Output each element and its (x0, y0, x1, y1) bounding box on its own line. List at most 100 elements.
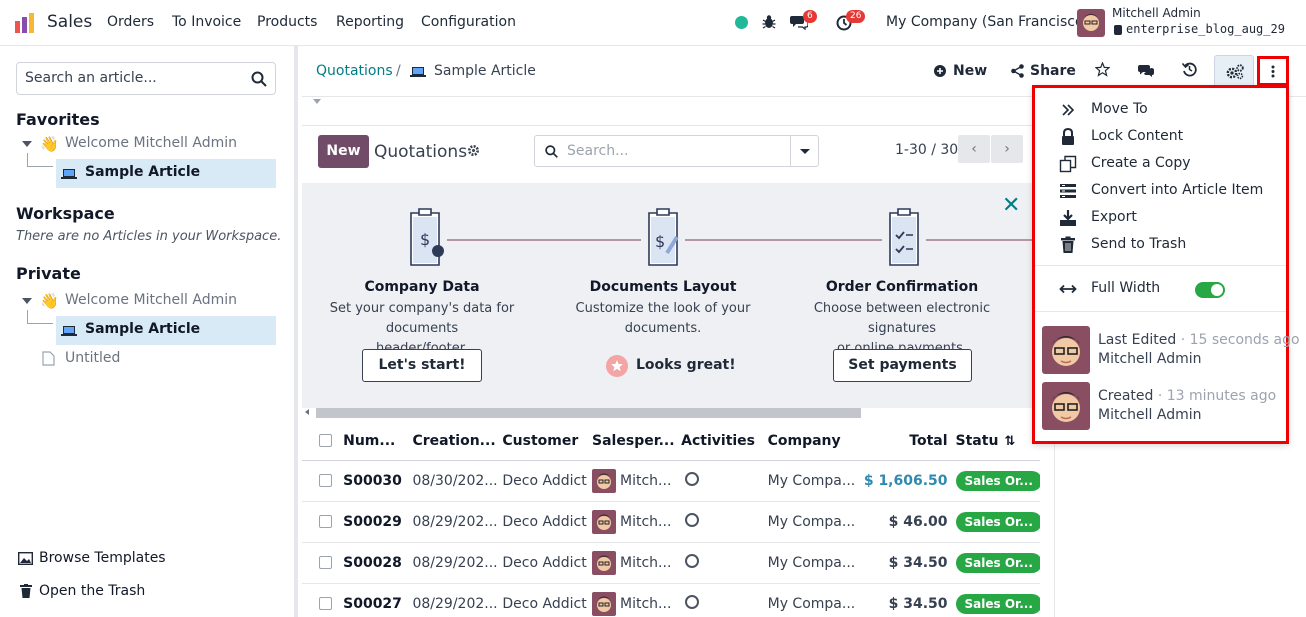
menu-configuration[interactable]: Configuration (421, 14, 516, 30)
pager-previous-button[interactable]: ‹ (958, 135, 990, 163)
order-salesperson: Mitch... (620, 472, 672, 489)
properties-toggle-button[interactable] (1214, 55, 1254, 88)
private-child-article[interactable]: Sample Article (85, 321, 200, 337)
step-description: Customize the look of your documents. (575, 301, 751, 336)
table-row[interactable]: S00028 08/29/202... Deco Addict Mitch...… (302, 542, 1040, 584)
row-checkbox[interactable] (319, 556, 332, 569)
quotation-search-input[interactable]: Search... (534, 135, 819, 167)
favorite-parent-article[interactable]: Welcome Mitchell Admin (65, 135, 237, 151)
favorite-child-article[interactable]: Sample Article (85, 164, 200, 180)
pager-value[interactable]: 1-30 / 30 (895, 142, 958, 158)
onboarding-step-documents-layout: Documents Layout Customize the look of y… (543, 279, 783, 339)
private-parent-article[interactable]: Welcome Mitchell Admin (65, 292, 237, 308)
onboarding-panel: $ $ ✕ Company Data Set your company's da… (302, 183, 1040, 408)
onboarding-step-company-data: Company Data Set your company's data for… (302, 279, 542, 359)
list-convert-icon (1060, 184, 1076, 198)
full-width-toggle[interactable] (1195, 282, 1225, 298)
menu-products[interactable]: Products (257, 14, 317, 30)
created-label: Created (1098, 388, 1154, 404)
order-total: $ 34.50 (863, 542, 956, 584)
embedded-view-title: Quotations (374, 142, 468, 162)
last-edited-time: 15 seconds ago (1189, 332, 1300, 348)
column-customer[interactable]: Customer (502, 422, 593, 461)
user-avatar[interactable] (1077, 9, 1105, 37)
activity-clock-icon[interactable] (685, 553, 700, 568)
scroll-left-arrow-icon[interactable] (305, 409, 309, 415)
pager-next-button[interactable]: › (991, 135, 1023, 163)
user-name[interactable]: Mitchell Admin (1112, 6, 1201, 20)
last-edited-label: Last Edited (1098, 332, 1177, 348)
gear-icon[interactable] (467, 144, 480, 157)
activity-clock-icon[interactable] (685, 512, 700, 527)
private-title: Private (16, 264, 81, 283)
activity-clock-icon[interactable] (685, 594, 700, 609)
order-company: My Compa... (767, 583, 864, 617)
column-settings-icon[interactable]: ⇅ (1004, 434, 1015, 449)
trash-icon (20, 584, 32, 598)
browse-templates-link[interactable]: Browse Templates (39, 550, 166, 566)
column-number[interactable]: Num... (343, 422, 413, 461)
history-icon[interactable] (1182, 62, 1197, 77)
menu-orders[interactable]: Orders (107, 14, 154, 30)
order-date: 08/29/202... (412, 583, 503, 617)
open-trash-link[interactable]: Open the Trash (39, 583, 145, 599)
menu-reporting[interactable]: Reporting (336, 14, 404, 30)
quotations-table: Num... Creation... Customer Salesper... … (302, 422, 1040, 617)
step-title: Company Data (364, 279, 480, 295)
knowledge-sidebar: Search an article... Favorites 👋 Welcome… (0, 46, 298, 617)
caret-down-icon[interactable] (22, 141, 32, 147)
close-onboarding-icon[interactable]: ✕ (1002, 193, 1020, 218)
table-row[interactable]: S00030 08/30/202... Deco Addict Mitch...… (302, 460, 1040, 502)
column-activities[interactable]: Activities (681, 422, 768, 461)
row-checkbox[interactable] (319, 515, 332, 528)
article-search-input[interactable]: Search an article... (16, 62, 276, 95)
invoice-dollar-icon: $ (403, 207, 447, 271)
creator-avatar (1042, 382, 1090, 430)
row-checkbox[interactable] (319, 597, 332, 610)
select-all-checkbox[interactable] (319, 434, 332, 448)
order-checklist-icon (882, 207, 926, 271)
order-number: S00027 (343, 583, 413, 617)
row-checkbox[interactable] (319, 474, 332, 487)
column-total[interactable]: Total (863, 422, 956, 461)
star-icon[interactable] (1095, 62, 1110, 77)
order-customer: Deco Addict (502, 501, 593, 543)
table-row[interactable]: S00027 08/29/202... Deco Addict Mitch...… (302, 583, 1040, 617)
activities-badge: 26 (846, 10, 866, 23)
table-row[interactable]: S00029 08/29/202... Deco Addict Mitch...… (302, 501, 1040, 543)
search-icon[interactable] (251, 71, 267, 87)
menu-item-label: Create a Copy (1091, 155, 1191, 171)
lets-start-button[interactable]: Let's start! (362, 349, 482, 382)
order-customer: Deco Addict (502, 583, 593, 617)
bug-icon[interactable] (762, 14, 776, 30)
app-name[interactable]: Sales (47, 12, 92, 32)
document-icon (42, 351, 55, 366)
share-button[interactable]: Share (1030, 63, 1076, 79)
chat-icon[interactable] (1138, 64, 1154, 78)
search-options-toggle[interactable] (790, 136, 818, 166)
column-status[interactable]: Statu (956, 433, 999, 449)
sales-app-icon[interactable] (14, 12, 36, 34)
menu-to-invoice[interactable]: To Invoice (172, 14, 241, 30)
set-payments-button[interactable]: Set payments (833, 349, 972, 382)
column-company[interactable]: Company (767, 422, 864, 461)
column-creation-date[interactable]: Creation... (412, 422, 503, 461)
step-description-line: Set your company's data for documents (329, 301, 515, 336)
caret-down-icon[interactable] (22, 298, 32, 304)
collapse-caret-icon[interactable] (313, 99, 321, 104)
workspace-title: Workspace (16, 204, 115, 223)
order-status-badge: Sales Or... (955, 470, 1040, 491)
activity-clock-icon[interactable] (685, 471, 700, 486)
dot-separator: · (1157, 388, 1163, 404)
untitled-article[interactable]: Untitled (65, 350, 120, 366)
laptop-icon (61, 169, 77, 179)
horizontal-scrollbar[interactable] (316, 408, 861, 418)
salesperson-avatar (592, 468, 617, 493)
new-quotation-button[interactable]: New (318, 135, 369, 168)
column-salesperson[interactable]: Salesper... (592, 422, 682, 461)
done-star-icon (606, 355, 628, 377)
breadcrumb-quotations[interactable]: Quotations (316, 63, 393, 79)
more-options-button[interactable] (1257, 56, 1289, 86)
new-article-button[interactable]: New (953, 63, 987, 79)
company-switcher[interactable]: My Company (San Francisco) (886, 14, 1089, 30)
